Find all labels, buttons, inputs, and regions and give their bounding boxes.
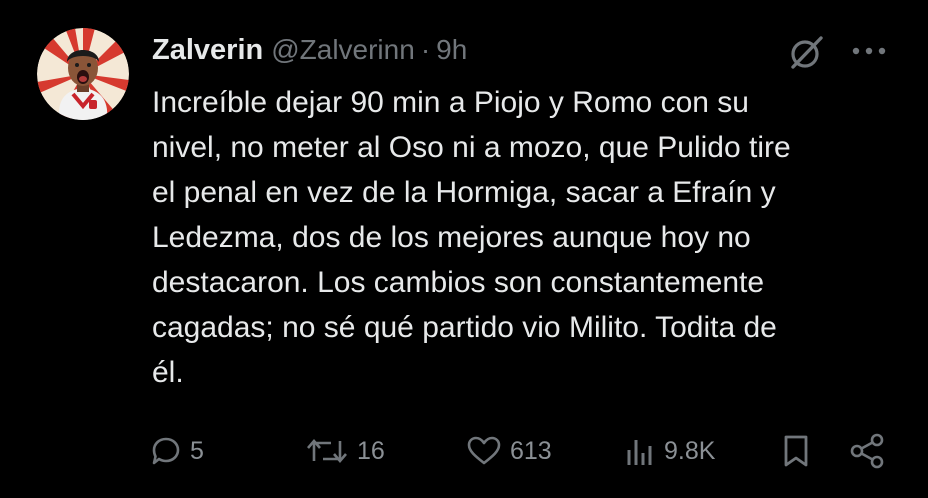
repost-icon bbox=[307, 439, 347, 463]
bookmark-icon bbox=[784, 435, 808, 467]
reply-button[interactable]: 5 bbox=[150, 426, 204, 476]
repost-count: 16 bbox=[357, 436, 385, 465]
tweet-header: Zalverin @Zalverinn · 9h bbox=[152, 30, 467, 70]
views-count: 9.8K bbox=[664, 436, 716, 465]
timestamp[interactable]: 9h bbox=[436, 34, 467, 66]
views-button[interactable]: 9.8K bbox=[624, 426, 715, 476]
action-bar: 5 16 613 9.8K bbox=[0, 426, 928, 476]
repost-button[interactable]: 16 bbox=[305, 426, 385, 476]
reply-icon bbox=[152, 437, 180, 465]
more-icon[interactable] bbox=[848, 38, 890, 64]
author-name[interactable]: Zalverin bbox=[152, 34, 263, 67]
heart-icon bbox=[467, 436, 501, 465]
author-handle[interactable]: @Zalverinn bbox=[271, 34, 415, 66]
like-count: 613 bbox=[510, 436, 552, 465]
grok-icon[interactable] bbox=[788, 33, 826, 71]
avatar[interactable] bbox=[37, 28, 129, 120]
like-button[interactable]: 613 bbox=[466, 426, 552, 476]
share-button[interactable] bbox=[848, 426, 886, 476]
share-icon bbox=[850, 433, 884, 469]
bookmark-button[interactable] bbox=[782, 426, 810, 476]
avatar-image bbox=[37, 28, 129, 120]
reply-count: 5 bbox=[190, 436, 204, 465]
views-icon bbox=[627, 440, 652, 465]
separator-dot: · bbox=[420, 34, 431, 65]
tweet-text: Increíble dejar 90 min a Piojo y Romo co… bbox=[152, 86, 791, 389]
